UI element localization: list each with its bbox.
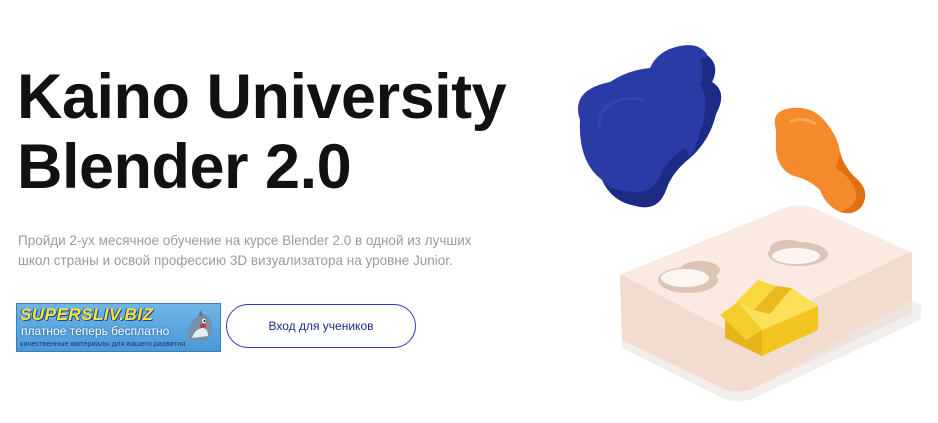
title-line-1: Kaino University (17, 62, 507, 132)
banner-tagline: платное теперь бесплатно (21, 324, 170, 338)
course-description: Пройди 2-ух месячное обучение на курсе B… (18, 233, 472, 268)
banner-brand: SUPERSLIV.BIZ (20, 305, 154, 324)
page-title: Kaino University Blender 2.0 (17, 62, 507, 202)
orange-bulb-icon (774, 107, 866, 214)
shark-mascot-icon (187, 310, 213, 340)
title-line-2: Blender 2.0 (17, 132, 352, 202)
hero-illustration (578, 45, 922, 402)
banner-subtitle: качественные материалы для вашего развит… (20, 339, 186, 348)
blue-blob-icon (578, 45, 722, 208)
supersliv-banner[interactable]: SUPERSLIV.BIZ платное теперь бесплатно к… (16, 303, 221, 352)
student-login-button[interactable]: Вход для учеников (226, 304, 416, 348)
